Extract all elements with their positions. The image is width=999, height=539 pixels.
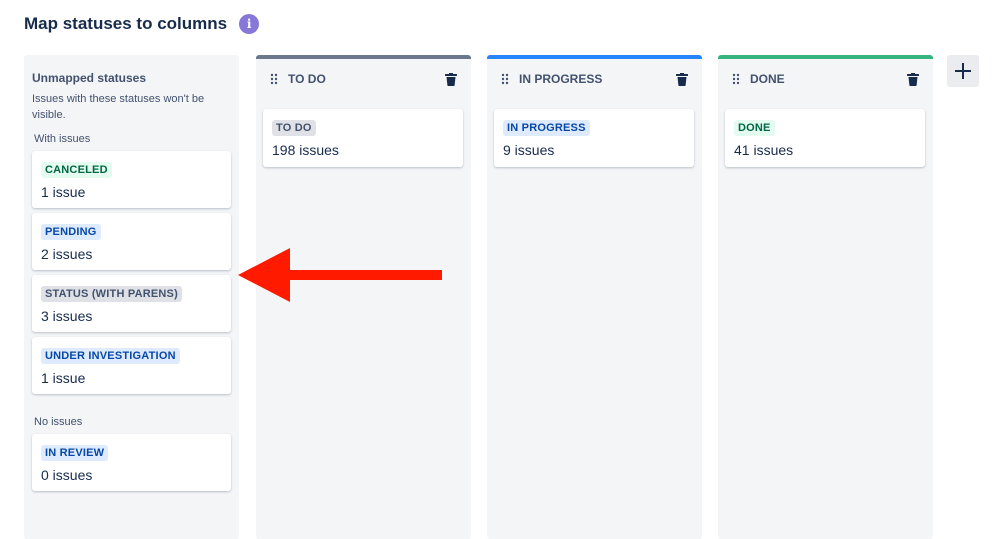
column-header: DONE: [718, 59, 933, 99]
status-card-in-review[interactable]: IN REVIEW 0 issues: [32, 434, 231, 491]
issue-count: 198 issues: [272, 142, 339, 158]
issue-count: 2 issues: [41, 246, 93, 262]
issue-count: 41 issues: [734, 142, 794, 158]
unmapped-title: Unmapped statuses: [32, 71, 147, 85]
issue-count: 1 issue: [41, 370, 86, 386]
status-lozenge: UNDER INVESTIGATION: [41, 348, 180, 364]
column-header: TO DO: [256, 59, 471, 99]
status-card-under-investigation[interactable]: UNDER INVESTIGATION 1 issue: [32, 337, 231, 394]
page-title: Map statuses to columns: [24, 14, 228, 33]
page-header: Map statuses to columns i: [24, 14, 260, 34]
status-card-done[interactable]: DONE 41 issues: [725, 109, 925, 167]
no-issues-label: No issues: [34, 416, 83, 428]
drag-handle-icon[interactable]: [270, 73, 278, 85]
status-lozenge: DONE: [734, 120, 775, 136]
add-column-button[interactable]: [947, 55, 979, 87]
status-card-status-with-parens[interactable]: STATUS (WITH PARENS) 3 issues: [32, 275, 231, 332]
arrow-left-icon: [238, 248, 442, 302]
status-card-canceled[interactable]: CANCELED 1 issue: [32, 151, 231, 208]
status-card-in-progress[interactable]: IN PROGRESS 9 issues: [494, 109, 694, 167]
status-card-pending[interactable]: PENDING 2 issues: [32, 213, 231, 270]
status-lozenge: TO DO: [272, 120, 316, 136]
column-name: IN PROGRESS: [519, 72, 603, 86]
status-lozenge: STATUS (WITH PARENS): [41, 286, 182, 302]
status-lozenge: PENDING: [41, 224, 101, 240]
status-lozenge: CANCELED: [41, 162, 112, 178]
column-done: DONE DONE 41 issues: [718, 55, 933, 539]
column-in-progress: IN PROGRESS IN PROGRESS 9 issues: [487, 55, 702, 539]
unmapped-statuses-panel: Unmapped statuses Issues with these stat…: [24, 55, 239, 539]
info-icon[interactable]: i: [239, 14, 260, 34]
trash-icon[interactable]: [445, 72, 457, 86]
status-card-to-do[interactable]: TO DO 198 issues: [263, 109, 463, 167]
drag-handle-icon[interactable]: [501, 73, 509, 85]
with-issues-label: With issues: [34, 133, 91, 145]
trash-icon[interactable]: [676, 72, 688, 86]
drag-handle-icon[interactable]: [732, 73, 740, 85]
issue-count: 0 issues: [41, 467, 93, 483]
status-lozenge: IN PROGRESS: [503, 120, 590, 136]
unmapped-description: Issues with these statuses won't be visi…: [32, 93, 205, 121]
status-lozenge: IN REVIEW: [41, 445, 109, 461]
column-header: IN PROGRESS: [487, 59, 702, 99]
issue-count: 3 issues: [41, 308, 93, 324]
issue-count: 9 issues: [503, 142, 555, 158]
issue-count: 1 issue: [41, 184, 86, 200]
plus-icon: [955, 63, 971, 79]
trash-icon[interactable]: [907, 72, 919, 86]
column-name: DONE: [750, 72, 785, 86]
column-name: TO DO: [288, 72, 326, 86]
